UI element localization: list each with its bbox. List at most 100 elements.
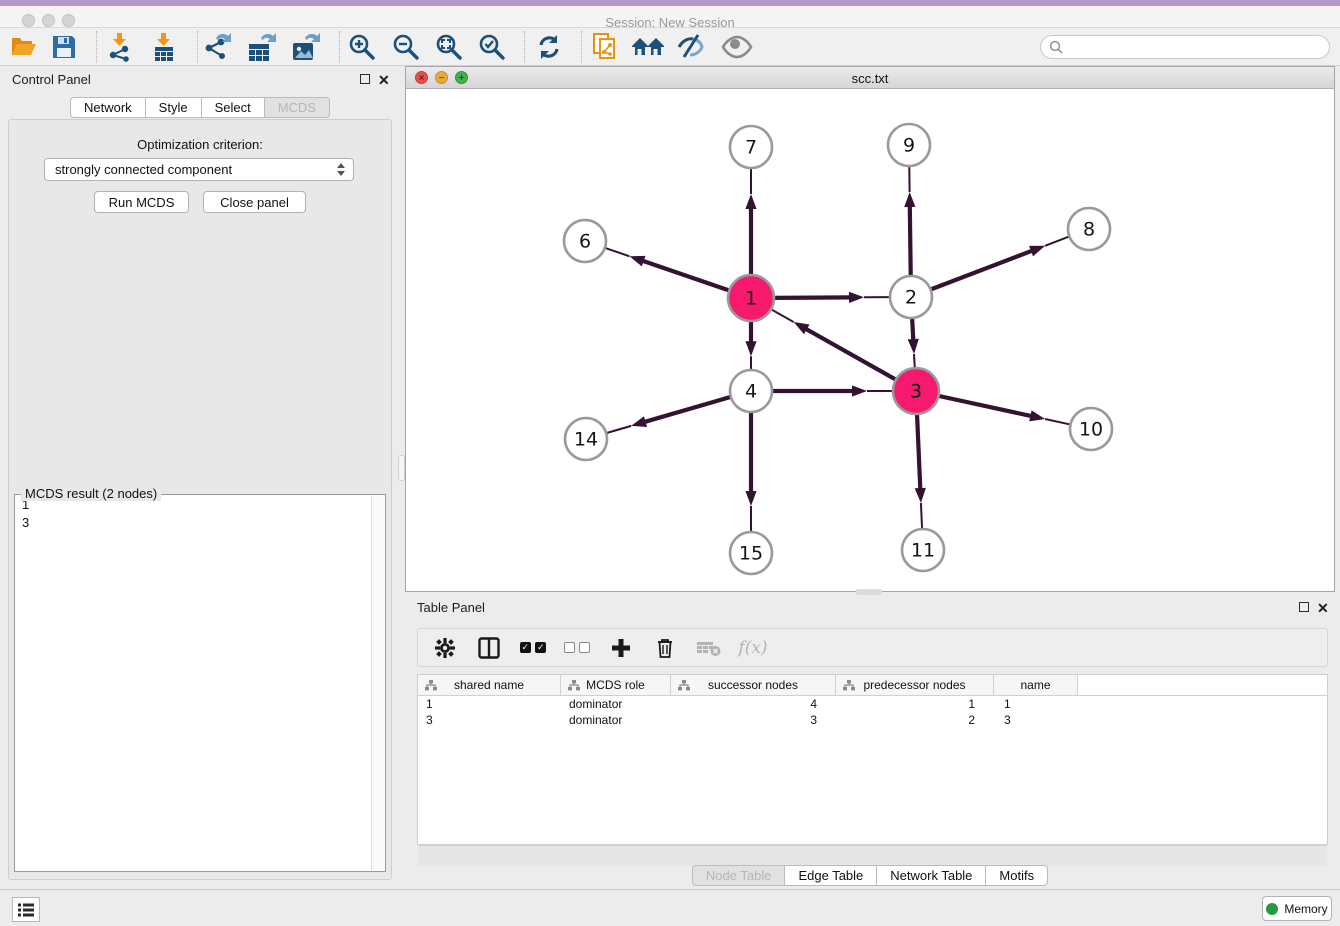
control-panel-close-button[interactable]: ✕ bbox=[378, 75, 390, 85]
hide-graphics-button[interactable] bbox=[674, 31, 710, 63]
tab-network[interactable]: Network bbox=[70, 97, 146, 118]
import-table-button[interactable] bbox=[146, 31, 182, 63]
zoom-fit-button[interactable] bbox=[431, 31, 467, 63]
cell-successor-nodes[interactable]: 3 bbox=[671, 712, 836, 728]
zoom-in-button[interactable] bbox=[344, 31, 380, 63]
tab-motifs[interactable]: Motifs bbox=[986, 865, 1048, 886]
graph-edge-1-6[interactable] bbox=[606, 248, 729, 290]
column-header-successor-nodes[interactable]: successor nodes bbox=[671, 675, 836, 695]
graph-edge-3-10[interactable] bbox=[938, 396, 1069, 424]
home-layout-button[interactable] bbox=[630, 31, 666, 63]
tab-edge-table[interactable]: Edge Table bbox=[785, 865, 877, 886]
import-network-button[interactable] bbox=[102, 31, 138, 63]
table-panel-float-button[interactable] bbox=[1299, 602, 1309, 612]
graph-edge-4-15[interactable] bbox=[745, 412, 756, 531]
horizontal-split-handle[interactable] bbox=[856, 589, 882, 595]
graph-node-15[interactable]: 15 bbox=[730, 532, 772, 574]
graph-node-7[interactable]: 7 bbox=[730, 126, 772, 168]
graph-edge-3-11[interactable] bbox=[915, 414, 926, 528]
zoom-out-button[interactable] bbox=[388, 31, 424, 63]
graph-node-1[interactable]: 1 bbox=[728, 275, 774, 321]
network-window-titlebar[interactable]: × − + scc.txt bbox=[406, 67, 1334, 89]
cell-shared-name[interactable]: 1 bbox=[418, 696, 561, 712]
cell-predecessor-nodes[interactable]: 1 bbox=[836, 696, 994, 712]
graph-edge-4-3[interactable] bbox=[772, 385, 892, 396]
column-header-name[interactable]: name bbox=[994, 675, 1078, 695]
search-input[interactable] bbox=[1063, 37, 1329, 57]
tab-node-table[interactable]: Node Table bbox=[692, 865, 786, 886]
table-settings-button[interactable] bbox=[430, 635, 460, 661]
refresh-button[interactable] bbox=[531, 31, 567, 63]
import-table-icon bbox=[149, 32, 179, 62]
save-session-button[interactable] bbox=[46, 31, 82, 63]
control-panel-float-button[interactable] bbox=[360, 74, 370, 84]
open-file-button[interactable] bbox=[6, 31, 42, 63]
tab-network-table[interactable]: Network Table bbox=[877, 865, 986, 886]
mcds-result-line: 3 bbox=[22, 514, 385, 531]
cell-name[interactable]: 1 bbox=[994, 696, 1078, 712]
list-icon bbox=[17, 902, 35, 918]
graph-edge-1-7[interactable] bbox=[745, 169, 756, 275]
graph-node-8[interactable]: 8 bbox=[1068, 208, 1110, 250]
run-mcds-button[interactable]: Run MCDS bbox=[94, 191, 189, 213]
cell-name[interactable]: 3 bbox=[994, 712, 1078, 728]
delete-column-button[interactable] bbox=[650, 635, 680, 661]
table-panel-close-button[interactable]: ✕ bbox=[1317, 603, 1329, 613]
optimization-criterion-select[interactable]: strongly connected component bbox=[44, 158, 354, 181]
tab-style[interactable]: Style bbox=[146, 97, 202, 118]
graph-node-11[interactable]: 11 bbox=[902, 529, 944, 571]
cell-mcds-role[interactable]: dominator bbox=[561, 712, 671, 728]
export-image-button[interactable] bbox=[288, 31, 324, 63]
tab-select[interactable]: Select bbox=[202, 97, 265, 118]
table-scrollbar-area[interactable] bbox=[418, 845, 1327, 866]
tab-mcds[interactable]: MCDS bbox=[265, 97, 330, 118]
function-builder-button[interactable]: f(x) bbox=[738, 635, 768, 661]
select-all-columns-button[interactable]: ✓ ✓ bbox=[518, 635, 548, 661]
cell-predecessor-nodes[interactable]: 2 bbox=[836, 712, 994, 728]
vertical-split-handle[interactable] bbox=[398, 455, 405, 481]
graph-edge-2-9[interactable] bbox=[904, 167, 915, 276]
delete-table-button[interactable] bbox=[694, 635, 724, 661]
memory-button[interactable]: Memory bbox=[1262, 896, 1332, 921]
zoom-selected-button[interactable] bbox=[474, 31, 510, 63]
svg-text:1: 1 bbox=[745, 288, 757, 310]
application-window: Session: New Session bbox=[0, 0, 1340, 926]
network-graph-canvas[interactable]: 1 2 3 4 6 7 8 9 10 11 14 15 bbox=[406, 89, 1334, 591]
result-scrollbar[interactable] bbox=[371, 496, 384, 870]
graph-node-3[interactable]: 3 bbox=[893, 368, 939, 414]
mcds-result-title: MCDS result (2 nodes) bbox=[21, 486, 161, 501]
close-panel-button[interactable]: Close panel bbox=[203, 191, 306, 213]
column-header-shared-name[interactable]: shared name bbox=[418, 675, 561, 695]
export-network-button[interactable] bbox=[200, 31, 236, 63]
graph-node-14[interactable]: 14 bbox=[565, 418, 607, 460]
trash-icon bbox=[655, 637, 675, 659]
add-column-button[interactable] bbox=[606, 635, 636, 661]
show-graphics-button[interactable] bbox=[719, 31, 755, 63]
clone-network-button[interactable] bbox=[587, 31, 623, 63]
graph-node-6[interactable]: 6 bbox=[564, 220, 606, 262]
column-header-mcds-role[interactable]: MCDS role bbox=[561, 675, 671, 695]
cell-shared-name[interactable]: 3 bbox=[418, 712, 561, 728]
task-history-button[interactable] bbox=[12, 897, 40, 922]
unselect-all-columns-button[interactable] bbox=[562, 635, 592, 661]
cell-successor-nodes[interactable]: 4 bbox=[671, 696, 836, 712]
graph-edge-1-4[interactable] bbox=[745, 321, 756, 369]
graph-node-4[interactable]: 4 bbox=[730, 370, 772, 412]
graph-node-9[interactable]: 9 bbox=[888, 124, 930, 166]
column-header-predecessor-nodes[interactable]: predecessor nodes bbox=[836, 675, 994, 695]
graph-edge-3-1[interactable] bbox=[772, 310, 896, 380]
export-table-button[interactable] bbox=[244, 31, 280, 63]
show-column-panel-button[interactable] bbox=[474, 635, 504, 661]
export-image-icon bbox=[290, 32, 322, 62]
graph-edge-4-14[interactable] bbox=[607, 397, 731, 433]
graph-node-10[interactable]: 10 bbox=[1070, 408, 1112, 450]
table-row[interactable]: 1 dominator 4 1 1 bbox=[418, 696, 1327, 712]
cell-mcds-role[interactable]: dominator bbox=[561, 696, 671, 712]
graph-edge-2-8[interactable] bbox=[931, 237, 1069, 290]
column-label: name bbox=[1020, 678, 1050, 692]
graph-edge-2-3[interactable] bbox=[908, 318, 919, 367]
graph-edge-1-2[interactable] bbox=[774, 292, 889, 303]
table-row[interactable]: 3 dominator 3 2 3 bbox=[418, 712, 1327, 728]
network-view-window: × − + scc.txt 1 2 3 4 6 7 8 9 10 11 14 15 bbox=[405, 66, 1335, 592]
graph-node-2[interactable]: 2 bbox=[890, 276, 932, 318]
